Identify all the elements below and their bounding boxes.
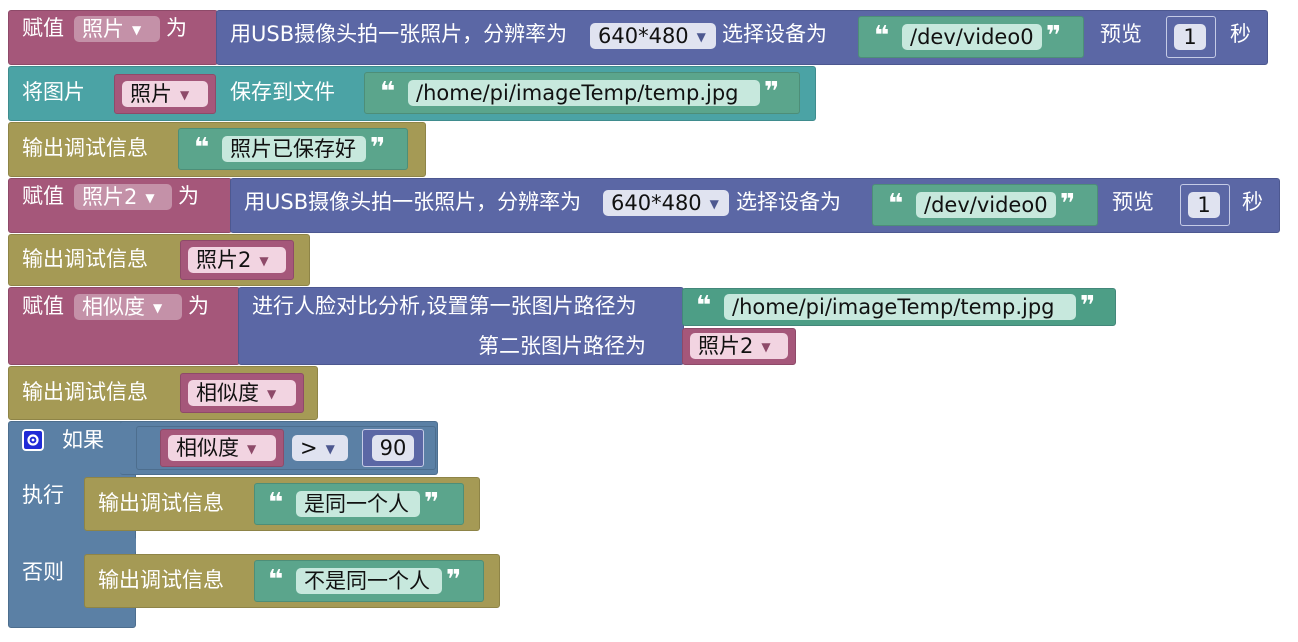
- camera-text: 用USB摄像头拍一张照片，分辨率为: [230, 22, 568, 46]
- dropdown-arrow-icon: ▼: [709, 197, 719, 211]
- preview-number-field[interactable]: 1: [1174, 24, 1206, 50]
- debug-label: 输出调试信息: [22, 136, 148, 160]
- resolution-value: 640*480: [598, 24, 689, 48]
- if-label: 如果: [62, 428, 104, 452]
- dropdown-arrow-icon: ▼: [325, 442, 335, 456]
- open-quote-icon: ❝: [194, 133, 210, 163]
- var-dropdown-photo2[interactable]: 照片2 ▼: [188, 247, 286, 273]
- as-label: 为: [178, 184, 199, 208]
- close-quote-icon: ❞: [1046, 21, 1062, 51]
- second-image-text: 第二张图片路径为: [478, 334, 646, 358]
- gear-icon[interactable]: [22, 429, 44, 451]
- dropdown-arrow-icon: ▼: [259, 254, 269, 268]
- else-bar[interactable]: [120, 537, 136, 553]
- var-dropdown-label: 照片2: [698, 334, 754, 358]
- operator-value: >: [300, 436, 318, 460]
- assign-label: 赋值: [22, 294, 64, 318]
- var-dropdown-label: 照片2: [82, 185, 138, 209]
- debug-text-value: 不是同一个人: [304, 569, 430, 593]
- save-to-label: 保存到文件: [230, 80, 335, 104]
- open-quote-icon: ❝: [888, 189, 904, 219]
- var-dropdown-label: 相似度: [196, 381, 259, 405]
- preview-label: 预览: [1100, 22, 1142, 46]
- var-dropdown-label: 照片: [82, 17, 124, 41]
- as-label: 为: [166, 16, 187, 40]
- close-quote-icon: ❞: [446, 565, 462, 595]
- preview-number-value: 1: [1197, 193, 1211, 217]
- operator-dropdown[interactable]: > ▼: [292, 435, 348, 461]
- var-dropdown-similarity[interactable]: 相似度 ▼: [188, 380, 296, 406]
- preview-label: 预览: [1112, 190, 1154, 214]
- var-dropdown-photo[interactable]: 照片 ▼: [122, 81, 208, 107]
- path-value: /home/pi/imageTemp/temp.jpg: [416, 81, 739, 105]
- dropdown-arrow-icon: ▼: [761, 340, 771, 354]
- var-dropdown-similarity[interactable]: 相似度 ▼: [74, 294, 182, 320]
- path-text-field[interactable]: /home/pi/imageTemp/temp.jpg: [408, 80, 760, 106]
- close-quote-icon: ❞: [764, 77, 780, 107]
- debug-text-field[interactable]: 不是同一个人: [296, 568, 442, 594]
- seconds-label: 秒: [1230, 22, 1251, 46]
- debug-label: 输出调试信息: [98, 491, 224, 515]
- else-label: 否则: [22, 560, 64, 584]
- resolution-dropdown[interactable]: 640*480 ▼: [603, 190, 729, 216]
- device-value: /dev/video0: [924, 193, 1048, 217]
- dropdown-arrow-icon: ▼: [145, 191, 155, 205]
- as-label: 为: [188, 294, 209, 318]
- assign-label: 赋值: [22, 184, 64, 208]
- threshold-number-field[interactable]: 90: [372, 435, 414, 461]
- debug-text-value: 照片已保存好: [230, 137, 356, 161]
- device-text-field[interactable]: /dev/video0: [902, 24, 1042, 50]
- dropdown-arrow-icon: ▼: [267, 387, 277, 401]
- open-quote-icon: ❝: [380, 77, 396, 107]
- device-text-field[interactable]: /dev/video0: [916, 192, 1056, 218]
- dropdown-arrow-icon: ▼: [153, 301, 163, 315]
- path1-value: /home/pi/imageTemp/temp.jpg: [732, 295, 1055, 319]
- close-quote-icon: ❞: [1080, 291, 1096, 321]
- open-quote-icon: ❝: [268, 565, 284, 595]
- select-device-label: 选择设备为: [722, 22, 827, 46]
- preview-number-field[interactable]: 1: [1188, 192, 1220, 218]
- close-quote-icon: ❞: [424, 488, 440, 518]
- threshold-value: 90: [379, 436, 407, 460]
- debug-label: 输出调试信息: [22, 247, 148, 271]
- path1-text-field[interactable]: /home/pi/imageTemp/temp.jpg: [724, 294, 1076, 320]
- select-device-label: 选择设备为: [736, 190, 841, 214]
- debug-label: 输出调试信息: [98, 568, 224, 592]
- camera-text: 用USB摄像头拍一张照片，分辨率为: [244, 190, 582, 214]
- dropdown-arrow-icon: ▼: [696, 30, 706, 44]
- assign-label: 赋值: [22, 16, 64, 40]
- var-dropdown-label: 照片: [130, 82, 172, 106]
- do-label: 执行: [22, 483, 64, 507]
- var-dropdown-label: 相似度: [176, 436, 239, 460]
- open-quote-icon: ❝: [268, 488, 284, 518]
- var-dropdown-label: 照片2: [196, 248, 252, 272]
- face-compare-text: 进行人脸对比分析,设置第一张图片路径为: [252, 294, 637, 318]
- close-quote-icon: ❞: [370, 133, 386, 163]
- device-value: /dev/video0: [910, 25, 1034, 49]
- resolution-value: 640*480: [611, 191, 702, 215]
- close-quote-icon: ❞: [1060, 189, 1076, 219]
- open-quote-icon: ❝: [874, 21, 890, 51]
- dropdown-arrow-icon: ▼: [132, 23, 142, 37]
- debug-text-value: 是同一个人: [304, 492, 409, 516]
- debug-text-field[interactable]: 是同一个人: [296, 491, 420, 517]
- var-dropdown-photo[interactable]: 照片 ▼: [74, 16, 160, 42]
- seconds-label: 秒: [1242, 190, 1263, 214]
- var-dropdown-photo2[interactable]: 照片2 ▼: [690, 333, 788, 359]
- var-dropdown-label: 相似度: [82, 295, 145, 319]
- save-image-label: 将图片: [22, 80, 85, 104]
- debug-label: 输出调试信息: [22, 380, 148, 404]
- dropdown-arrow-icon: ▼: [247, 442, 257, 456]
- open-quote-icon: ❝: [696, 291, 712, 321]
- dropdown-arrow-icon: ▼: [180, 88, 190, 102]
- var-dropdown-photo2[interactable]: 照片2 ▼: [74, 184, 172, 210]
- var-dropdown-similarity[interactable]: 相似度 ▼: [168, 435, 276, 461]
- debug-text-field[interactable]: 照片已保存好: [222, 136, 366, 162]
- resolution-dropdown[interactable]: 640*480 ▼: [590, 23, 716, 49]
- preview-number-value: 1: [1183, 25, 1197, 49]
